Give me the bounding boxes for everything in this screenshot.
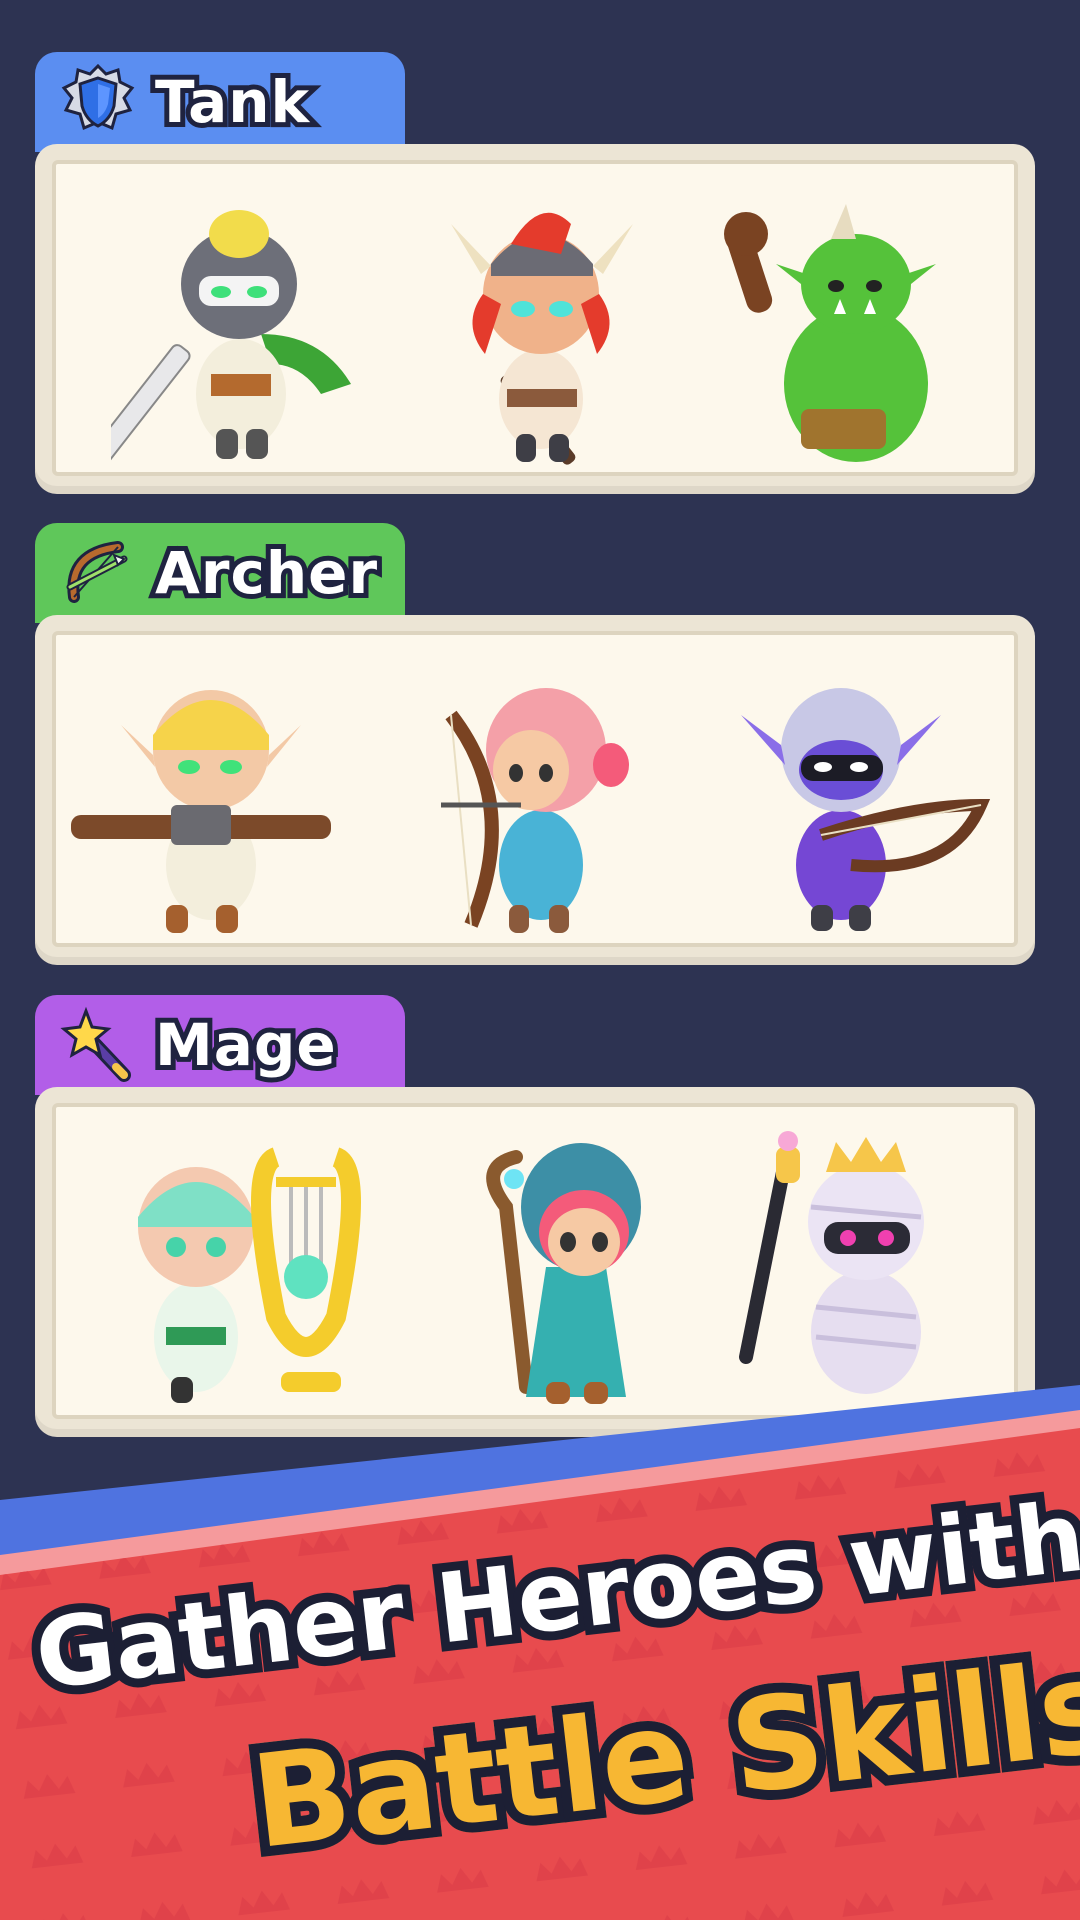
tab-mage[interactable]: Mage — [35, 995, 405, 1095]
elf-crossbow-hero[interactable] — [71, 655, 331, 945]
headline-line1: Gather Heroes with — [21, 1472, 1080, 1721]
orc-hero[interactable] — [706, 184, 966, 474]
tab-label: Mage — [150, 1006, 341, 1084]
hero-panel — [35, 144, 1035, 494]
shield-icon — [55, 59, 141, 145]
tab-tank[interactable]: Tank — [35, 52, 405, 152]
staff-mage-hero[interactable] — [456, 1127, 716, 1417]
tab-archer[interactable]: Archer — [35, 523, 405, 623]
bow-icon — [55, 530, 141, 616]
lyre-bard-hero[interactable] — [106, 1127, 416, 1417]
mummy-king-hero[interactable] — [736, 1127, 996, 1417]
headline-line2: Battle Skills! — [235, 1615, 1080, 1888]
tab-label: Archer — [150, 534, 382, 612]
hero-panel — [35, 1087, 1035, 1437]
shadow-elf-archer-hero[interactable] — [731, 655, 991, 945]
knight-hero[interactable] — [111, 184, 371, 474]
magic-wand-icon — [55, 1002, 141, 1088]
viking-hero[interactable] — [421, 184, 681, 474]
tab-label: Tank — [150, 63, 314, 141]
girl-archer-hero[interactable] — [411, 655, 671, 945]
hero-panel — [35, 615, 1035, 965]
